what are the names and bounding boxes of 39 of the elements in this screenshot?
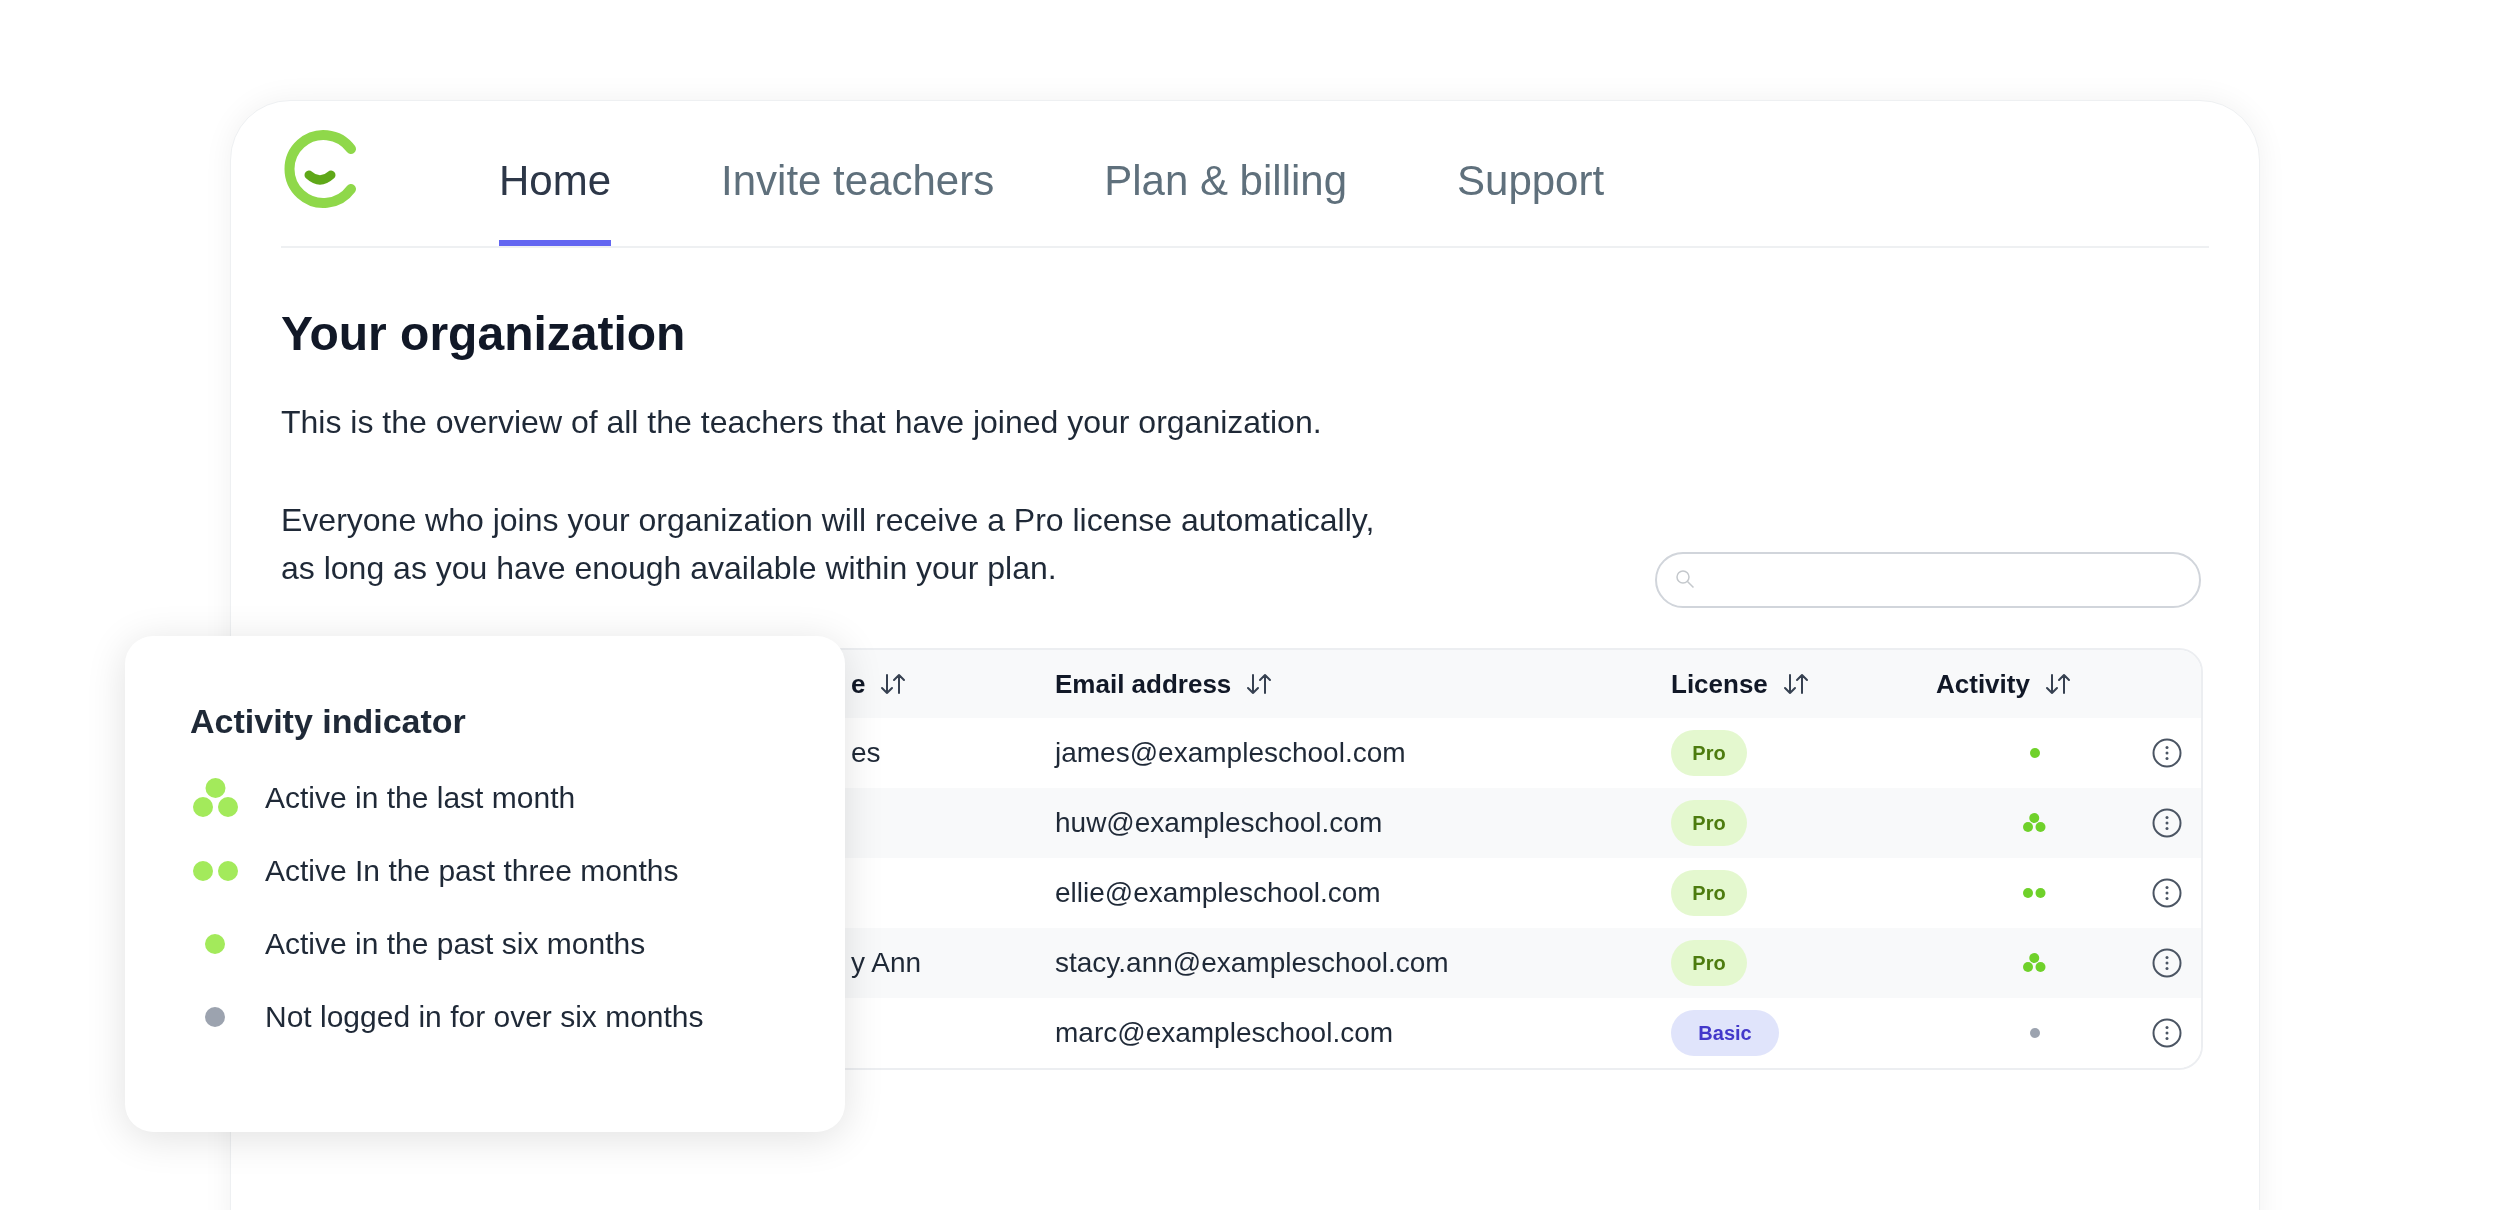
legend-label: Active in the past six months <box>265 926 646 962</box>
more-options-icon[interactable] <box>2152 948 2182 978</box>
email-cell: stacy.ann@exampleschool.com <box>1055 947 1449 978</box>
nav-tab[interactable]: Plan & billing <box>1104 149 1347 246</box>
page-title: Your organization <box>281 306 687 362</box>
legend-title: Activity indicator <box>190 701 467 742</box>
license-badge: Pro <box>1671 730 1747 776</box>
more-options-icon[interactable] <box>2152 808 2182 838</box>
license-badge: Pro <box>1671 870 1747 916</box>
sort-icon[interactable] <box>1781 672 1810 696</box>
license-badge: Basic <box>1671 1010 1779 1056</box>
legend-label: Not logged in for over six months <box>265 999 704 1035</box>
more-options-icon[interactable] <box>2152 1018 2182 1048</box>
email-cell: ellie@exampleschool.com <box>1055 877 1381 908</box>
name-cell: es <box>851 737 881 768</box>
sort-icon[interactable] <box>2043 672 2072 696</box>
legend-label: Active in the last month <box>265 780 576 816</box>
column-header[interactable]: e <box>851 664 866 704</box>
more-options-icon[interactable] <box>2152 738 2182 768</box>
email-cell: marc@exampleschool.com <box>1055 1017 1394 1048</box>
name-cell: y Ann <box>851 947 922 978</box>
column-header[interactable]: Activity <box>1936 664 2030 704</box>
column-header[interactable]: Email address <box>1055 664 1232 704</box>
license-badge: Pro <box>1671 940 1747 986</box>
license-note: Everyone who joins your organization will receive a Pro license automatically, as long as you have enough available within your plan. <box>281 501 1375 588</box>
nav-tab[interactable]: Invite teachers <box>721 149 995 246</box>
legend-label: Active In the past three months <box>265 853 679 889</box>
column-header[interactable]: License <box>1671 664 1768 704</box>
license-badge: Pro <box>1671 800 1747 846</box>
sort-icon[interactable] <box>879 672 908 696</box>
nav-tab[interactable]: Home <box>499 149 612 246</box>
sort-icon[interactable] <box>1245 672 1274 696</box>
email-cell: james@exampleschool.com <box>1055 737 1406 768</box>
email-cell: huw@exampleschool.com <box>1055 807 1383 838</box>
search-icon <box>1675 569 1697 591</box>
intro-text: This is the overview of all the teachers that have joined your organization. <box>281 403 1323 442</box>
more-options-icon[interactable] <box>2152 878 2182 908</box>
nav-tab[interactable]: Support <box>1457 149 1605 246</box>
search-field[interactable] <box>1655 552 2201 608</box>
